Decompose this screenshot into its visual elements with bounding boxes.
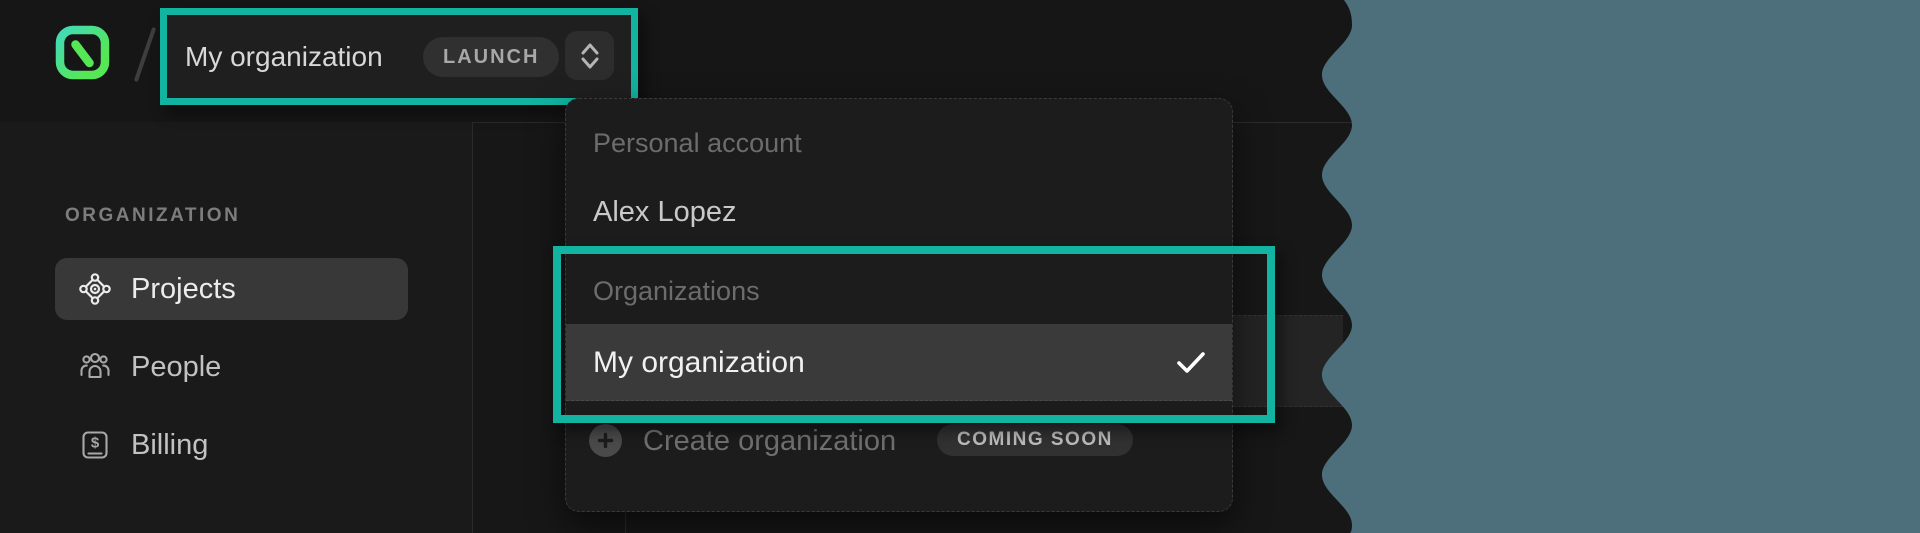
sidebar-item-label: Projects bbox=[131, 273, 236, 306]
sidebar-section-label: ORGANIZATION bbox=[65, 205, 240, 227]
sidebar-item-people[interactable]: People bbox=[55, 336, 408, 398]
sidebar-item-projects[interactable]: Projects bbox=[55, 258, 408, 320]
coming-soon-badge: COMING SOON bbox=[937, 424, 1133, 456]
people-icon bbox=[78, 350, 112, 384]
background-wave bbox=[1300, 0, 1920, 533]
sidebar-divider bbox=[472, 123, 473, 533]
neon-logo[interactable] bbox=[55, 25, 110, 80]
sidebar: ORGANIZATION Projects People bbox=[0, 122, 472, 533]
annotation-box-selected-org bbox=[553, 246, 1275, 423]
billing-icon: $ bbox=[78, 428, 112, 462]
projects-icon bbox=[78, 272, 112, 306]
breadcrumb-separator bbox=[134, 27, 156, 82]
underlying-card-border bbox=[625, 512, 626, 533]
personal-account-section-label: Personal account bbox=[593, 128, 802, 158]
menu-item-create-organization[interactable]: Create organization COMING SOON bbox=[566, 417, 1232, 465]
menu-item-personal-account[interactable]: Alex Lopez bbox=[593, 195, 737, 229]
svg-text:$: $ bbox=[91, 435, 100, 452]
sidebar-item-label: Billing bbox=[131, 429, 208, 462]
annotation-box-org-switcher bbox=[160, 8, 638, 105]
app-screen: { "colors": { "annotation": "#12b3a0", "… bbox=[0, 0, 1920, 533]
sidebar-item-label: People bbox=[131, 351, 221, 384]
create-org-label: Create organization bbox=[643, 417, 896, 465]
sidebar-item-billing[interactable]: $ Billing bbox=[55, 414, 408, 476]
plus-icon bbox=[589, 424, 622, 457]
